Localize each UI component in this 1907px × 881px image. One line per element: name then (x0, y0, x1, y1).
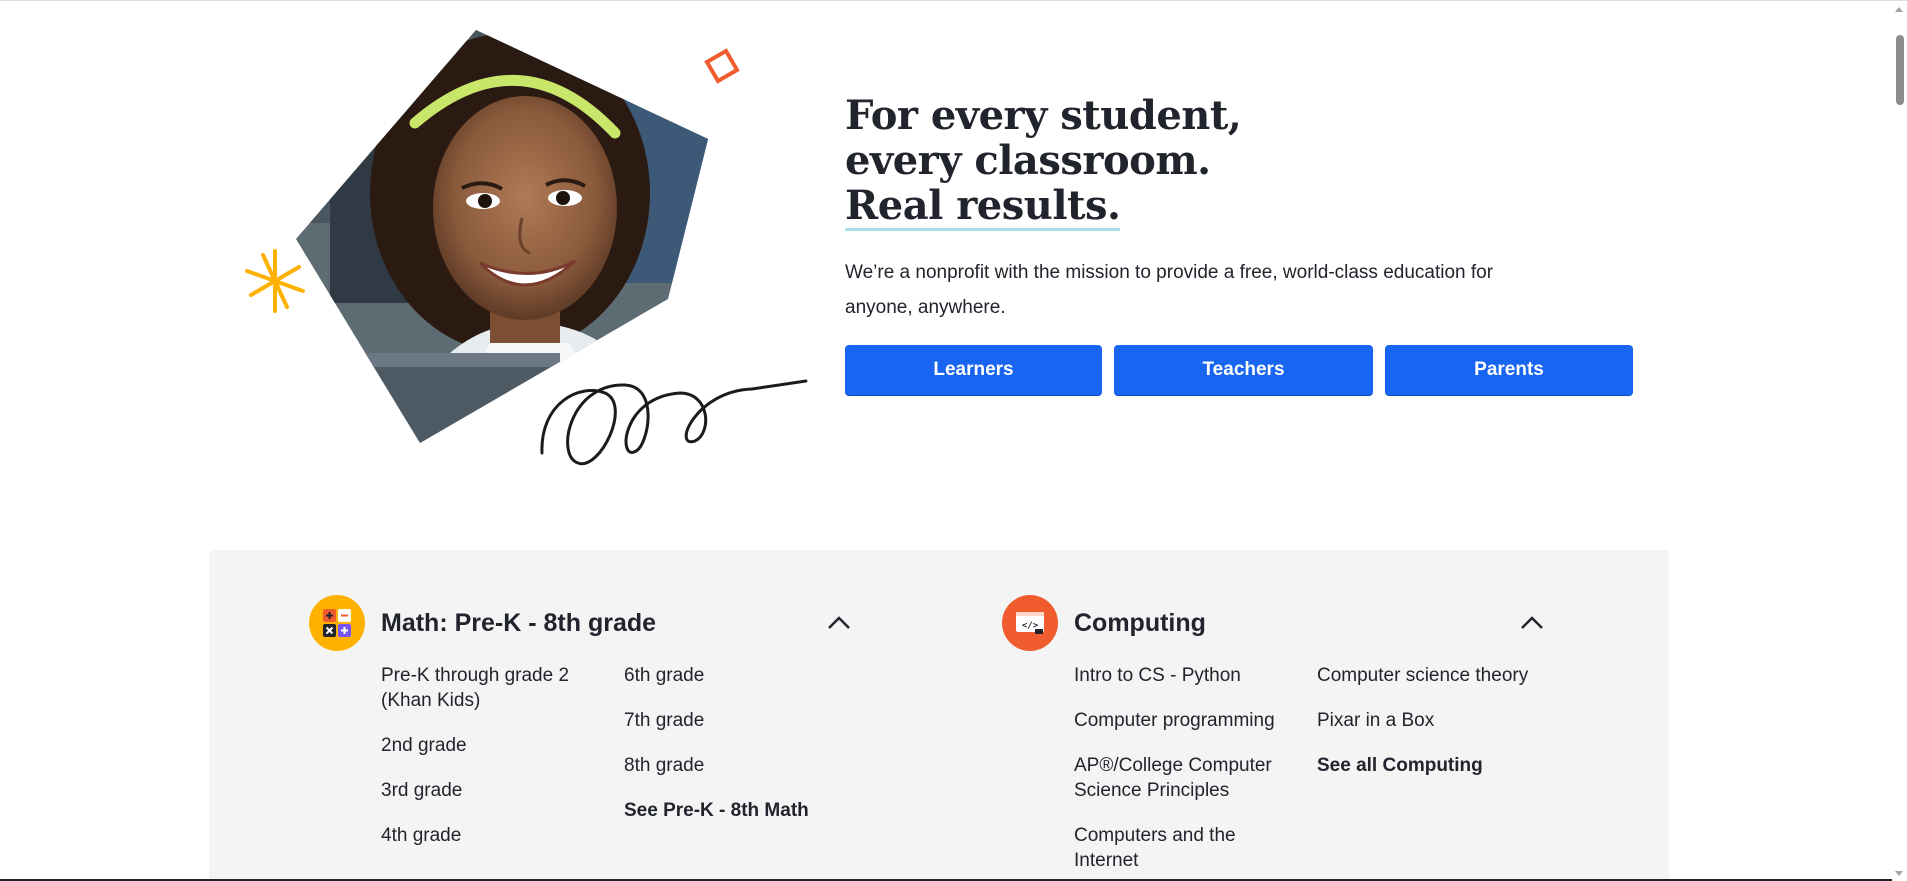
scroll-down-arrow-icon[interactable] (1895, 871, 1903, 876)
teachers-button[interactable]: Teachers (1114, 345, 1373, 395)
starburst-decoration (245, 249, 305, 313)
parents-button[interactable]: Parents (1385, 345, 1633, 395)
math-link-2nd-grade[interactable]: 2nd grade (381, 733, 599, 758)
diamond-decoration (704, 48, 740, 84)
headline-line-2: every classroom. (845, 137, 1211, 184)
learners-button[interactable]: Learners (845, 345, 1102, 395)
math-section-header[interactable]: Math: Pre-K - 8th grade (309, 595, 869, 651)
hero-text: For every student, every classroom. Real… (845, 93, 1645, 395)
computing-link-computer-programming[interactable]: Computer programming (1074, 708, 1292, 733)
computing-link-pixar-in-a-box[interactable]: Pixar in a Box (1317, 708, 1535, 733)
computing-link-ap-csp[interactable]: AP®/College Computer Science Principles (1074, 753, 1292, 803)
vertical-scrollbar[interactable] (1892, 1, 1907, 881)
scrollbar-thumb[interactable] (1896, 35, 1904, 105)
math-link-7th-grade[interactable]: 7th grade (624, 708, 842, 733)
computing-section-title: Computing (1074, 608, 1206, 637)
see-all-computing-link[interactable]: See all Computing (1317, 753, 1535, 778)
math-links: Pre-K through grade 2 (Khan Kids) 2nd gr… (381, 663, 869, 868)
headline-line-3: Real results. (845, 182, 1121, 231)
hero-illustration (245, 30, 808, 466)
subject-catalog-panel: Math: Pre-K - 8th grade Pre-K through gr… (209, 550, 1669, 881)
math-link-4th-grade[interactable]: 4th grade (381, 823, 599, 848)
scroll-up-arrow-icon[interactable] (1895, 7, 1903, 12)
computing-section-header[interactable]: </> Computing (1002, 595, 1562, 651)
chevron-up-icon[interactable] (1514, 605, 1550, 641)
computing-links: Intro to CS - Python Computer programmin… (1074, 663, 1562, 881)
student-photo (296, 30, 708, 443)
audience-buttons: Learners Teachers Parents (845, 345, 1645, 395)
computing-link-computers-internet[interactable]: Computers and the Internet (1074, 823, 1292, 873)
computing-link-cs-theory[interactable]: Computer science theory (1317, 663, 1535, 688)
math-section: Math: Pre-K - 8th grade Pre-K through gr… (309, 595, 869, 868)
headline: For every student, every classroom. Real… (845, 93, 1645, 231)
computing-section: </> Computing Intro to CS - Python Compu… (1002, 595, 1562, 881)
math-link-3rd-grade[interactable]: 3rd grade (381, 778, 599, 803)
code-icon: </> (1002, 595, 1058, 651)
math-link-8th-grade[interactable]: 8th grade (624, 753, 842, 778)
see-all-math-link[interactable]: See Pre-K - 8th Math (624, 798, 842, 823)
headline-line-1: For every student, (845, 92, 1242, 139)
math-section-title: Math: Pre-K - 8th grade (381, 608, 657, 637)
calculator-icon (309, 595, 365, 651)
scribble-decoration (540, 379, 808, 466)
chevron-up-icon[interactable] (821, 605, 857, 641)
mission-statement: We’re a nonprofit with the mission to pr… (845, 262, 1494, 318)
math-link-6th-grade[interactable]: 6th grade (624, 663, 842, 688)
computing-link-intro-cs-python[interactable]: Intro to CS - Python (1074, 663, 1292, 688)
math-link-pre-k-grade-2[interactable]: Pre-K through grade 2 (Khan Kids) (381, 663, 599, 713)
page: For every student, every classroom. Real… (0, 0, 1907, 881)
